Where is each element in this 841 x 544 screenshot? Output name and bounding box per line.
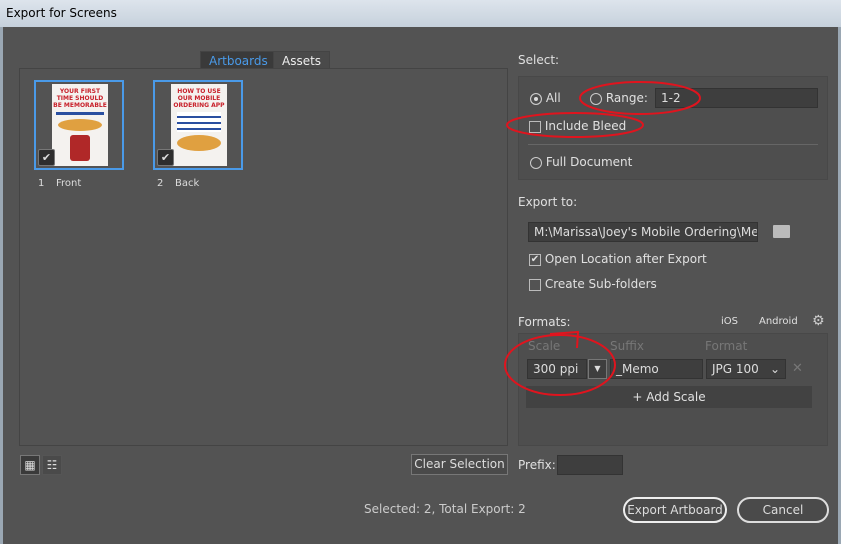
- format-column-header: Format: [705, 339, 748, 353]
- scale-column-header: Scale: [528, 339, 561, 353]
- title-bar: Export for Screens: [0, 0, 841, 27]
- artboard-thumbnail-1[interactable]: YOUR FIRST TIME SHOULD BE MEMORABLE ✔: [34, 80, 124, 170]
- artboard-number: 2: [157, 178, 164, 189]
- chevron-down-icon: ⌄: [769, 362, 780, 376]
- export-path-input[interactable]: M:\Marissa\Joey's Mobile Ordering\Memo: [528, 222, 758, 242]
- ios-preset-button[interactable]: iOS: [721, 316, 738, 327]
- formats-heading: Formats:: [518, 315, 571, 329]
- cancel-button[interactable]: Cancel: [737, 497, 829, 523]
- export-to-heading: Export to:: [518, 195, 578, 209]
- scale-input[interactable]: 300 ppi: [527, 359, 587, 379]
- artboard-name: Back: [175, 178, 200, 189]
- format-value: JPG 100: [712, 362, 759, 376]
- folder-icon[interactable]: [773, 225, 790, 238]
- include-bleed-label: Include Bleed: [544, 119, 627, 133]
- radio-full-document[interactable]: Full Document: [530, 155, 632, 169]
- radio-all[interactable]: All: [530, 91, 561, 105]
- add-scale-button[interactable]: + Add Scale: [526, 386, 812, 408]
- artboard-number: 1: [38, 178, 45, 189]
- gear-icon[interactable]: ⚙: [812, 313, 825, 329]
- radio-all-label: All: [545, 91, 561, 105]
- format-select[interactable]: JPG 100 ⌄: [706, 359, 786, 379]
- artboard-thumbnail-2[interactable]: HOW TO USE OUR MOBILE ORDERING APP ✔: [153, 80, 243, 170]
- list-view-icon[interactable]: ☷: [42, 455, 62, 475]
- export-artboard-button[interactable]: Export Artboard: [623, 497, 727, 523]
- artboard-preview: HOW TO USE OUR MOBILE ORDERING APP: [171, 84, 227, 166]
- range-input[interactable]: 1-2: [655, 88, 818, 108]
- plus-icon: +: [632, 390, 643, 404]
- suffix-column-header: Suffix: [610, 339, 644, 353]
- selection-status: Selected: 2, Total Export: 2: [364, 502, 526, 516]
- tab-artboards[interactable]: Artboards: [200, 51, 277, 69]
- prefix-input[interactable]: [557, 455, 623, 475]
- divider: [528, 144, 818, 145]
- radio-range-label: Range:: [605, 91, 648, 105]
- create-subfolders-label: Create Sub-folders: [544, 277, 657, 291]
- remove-scale-icon[interactable]: ✕: [792, 361, 803, 376]
- open-location-checkbox[interactable]: ✔ Open Location after Export: [529, 252, 707, 266]
- thumb-title: HOW TO USE OUR MOBILE ORDERING APP: [173, 88, 225, 109]
- full-document-label: Full Document: [545, 155, 633, 169]
- window-title: Export for Screens: [6, 6, 117, 20]
- radio-range[interactable]: Range:: [590, 91, 648, 105]
- grid-view-icon[interactable]: ▦: [20, 455, 40, 475]
- android-preset-button[interactable]: Android: [759, 316, 798, 327]
- artboard-checkbox[interactable]: ✔: [38, 149, 55, 166]
- artboard-name: Front: [56, 178, 82, 189]
- open-location-label: Open Location after Export: [544, 252, 707, 266]
- artboard-checkbox[interactable]: ✔: [157, 149, 174, 166]
- thumb-title: YOUR FIRST TIME SHOULD BE MEMORABLE: [53, 88, 107, 109]
- select-heading: Select:: [518, 53, 560, 67]
- prefix-label: Prefix:: [518, 458, 556, 472]
- scale-dropdown-icon[interactable]: ▼: [588, 359, 607, 379]
- suffix-input[interactable]: _Memo: [610, 359, 703, 379]
- add-scale-label: Add Scale: [646, 390, 706, 404]
- tab-assets[interactable]: Assets: [273, 51, 331, 69]
- create-subfolders-checkbox[interactable]: Create Sub-folders: [529, 277, 657, 291]
- artboard-preview: YOUR FIRST TIME SHOULD BE MEMORABLE: [52, 84, 108, 166]
- include-bleed-checkbox[interactable]: Include Bleed: [529, 119, 626, 133]
- clear-selection-button[interactable]: Clear Selection: [411, 454, 508, 475]
